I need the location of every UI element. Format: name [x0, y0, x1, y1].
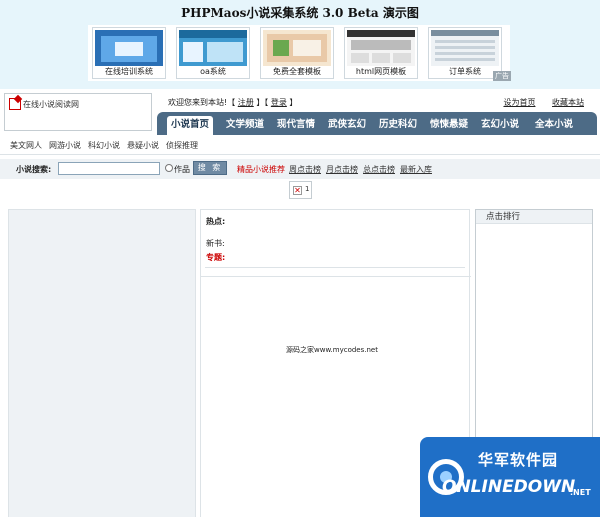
ad-caption: 订单系统: [449, 67, 481, 76]
quick-link-recommended[interactable]: 精品小说推荐: [237, 164, 285, 175]
search-label: 小说搜索:: [16, 165, 52, 174]
welcome-bar: 欢迎您来到本站!【 注册 】【 登录 】: [168, 97, 297, 108]
ad-caption: html网页模板: [355, 67, 407, 76]
source-credit: 源码之家www.mycodes.net: [286, 346, 378, 354]
quick-link-weekly[interactable]: 周点击榜: [289, 164, 321, 175]
watermark-net: .NET: [570, 488, 591, 497]
ad-template[interactable]: 免费全套模板: [260, 27, 334, 79]
quick-link-total[interactable]: 总点击榜: [363, 164, 395, 175]
set-homepage-link[interactable]: 设为首页: [503, 98, 535, 107]
quick-link-latest[interactable]: 最新入库: [400, 164, 432, 175]
click-ranking-header: 点击排行: [476, 210, 592, 224]
ad-oa[interactable]: oa系统: [176, 27, 250, 79]
welcome-suffix: 】: [289, 98, 298, 107]
ad-caption: oa系统: [200, 67, 226, 76]
watermark-logo: 华军软件园 ONLINEDOWN .NET: [420, 437, 600, 517]
divider: [205, 267, 465, 268]
subnav-item[interactable]: 侦探推理: [166, 140, 198, 151]
special-topic-label: 专题:: [206, 253, 226, 262]
search-input[interactable]: [58, 162, 160, 175]
top-links: 设为首页 收藏本站: [489, 97, 584, 108]
ad-strip: 在线培训系统 oa系统 免费全套模板 html网页模板 订单系统: [88, 25, 510, 81]
nav-item-literature[interactable]: 文学频道: [226, 116, 264, 135]
nav-item-fantasy[interactable]: 玄幻小说: [481, 116, 519, 135]
sub-nav: 美文网人 网游小说 科幻小说 悬疑小说 侦探推理: [0, 135, 600, 155]
training-thumb-icon: [95, 30, 163, 66]
broken-image-icon: [9, 98, 21, 110]
nav-item-complete[interactable]: 全本小说: [535, 116, 573, 135]
ad-html-template[interactable]: html网页模板: [344, 27, 418, 79]
close-icon: ✕: [293, 186, 302, 195]
ad-order[interactable]: 订单系统: [428, 27, 502, 79]
template-thumb-icon: [263, 30, 331, 66]
search-button[interactable]: 搜 索: [193, 161, 227, 175]
watermark-en: ONLINEDOWN: [442, 477, 576, 497]
html-template-thumb-icon: [347, 30, 415, 66]
ad-training[interactable]: 在线培训系统: [92, 27, 166, 79]
broken-banner-image: ✕ 1: [289, 181, 312, 199]
broken-image-number: 1: [305, 185, 310, 193]
main-nav: 小说首页 文学频道 现代言情 武侠玄幻 历史科幻 惊悚悬疑 玄幻小说 全本小说: [157, 112, 597, 135]
nav-item-romance[interactable]: 现代言情: [277, 116, 315, 135]
nav-item-history-scifi[interactable]: 历史科幻: [379, 116, 417, 135]
new-books-label: 新书:: [206, 239, 225, 248]
login-link[interactable]: 登录: [271, 98, 287, 107]
watermark-cn: 华军软件园: [478, 451, 559, 469]
oa-thumb-icon: [179, 30, 247, 66]
nav-item-thriller[interactable]: 惊悚悬疑: [430, 116, 468, 135]
ad-caption: 在线培训系统: [105, 67, 153, 76]
divider: [201, 276, 471, 277]
quick-link-monthly[interactable]: 月点击榜: [326, 164, 358, 175]
left-column: [8, 209, 196, 517]
nav-item-home[interactable]: 小说首页: [167, 116, 214, 135]
subnav-item[interactable]: 悬疑小说: [127, 140, 159, 151]
register-link[interactable]: 注册: [238, 98, 254, 107]
nav-item-wuxia[interactable]: 武侠玄幻: [328, 116, 366, 135]
ad-caption: 免费全套模板: [273, 67, 321, 76]
welcome-prefix: 欢迎您来到本站!【: [168, 98, 236, 107]
search-type-label: 作品: [174, 165, 190, 174]
subnav-item[interactable]: 网游小说: [49, 140, 81, 151]
subnav-item[interactable]: 科幻小说: [88, 140, 120, 151]
subnav-item[interactable]: 美文网人: [10, 140, 42, 151]
search-bar: 小说搜索: 作品 搜 索 精品小说推荐 周点击榜 月点击榜 总点击榜 最新入库: [0, 159, 600, 179]
site-logo[interactable]: 在线小说阅读网: [4, 93, 152, 131]
page-title: PHPMaos小说采集系统 3.0 Beta 演示图: [181, 6, 419, 20]
hot-label: 热点:: [206, 217, 226, 226]
search-type-radio[interactable]: [165, 164, 173, 172]
welcome-mid: 】【: [256, 98, 269, 107]
ad-tag: 广告: [493, 71, 511, 81]
logo-text: 在线小说阅读网: [23, 100, 79, 109]
order-thumb-icon: [431, 30, 499, 66]
bookmark-link[interactable]: 收藏本站: [552, 98, 584, 107]
